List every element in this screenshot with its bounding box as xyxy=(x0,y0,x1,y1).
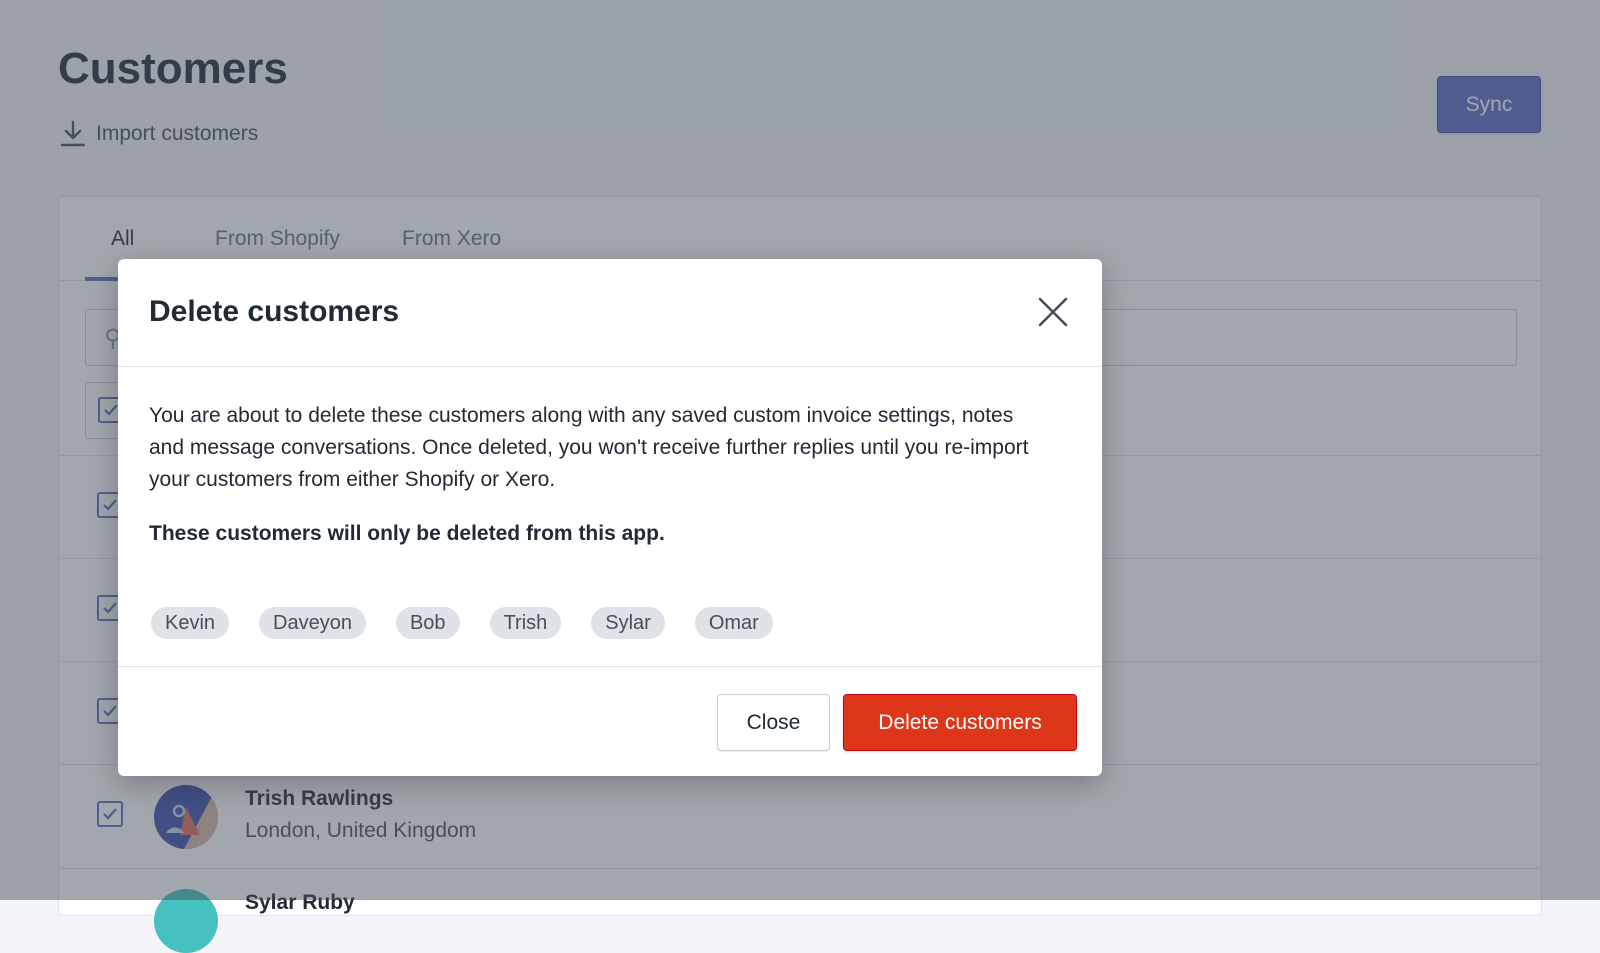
delete-customers-modal: Delete customers You are about to delete… xyxy=(118,259,1102,776)
modal-footer-divider xyxy=(118,666,1102,667)
customer-tag: Sylar xyxy=(591,607,665,639)
close-icon[interactable] xyxy=(1034,293,1072,331)
modal-header: Delete customers xyxy=(118,259,1102,367)
customer-tag: Trish xyxy=(489,607,562,639)
delete-customers-button[interactable]: Delete customers xyxy=(843,694,1077,751)
modal-title: Delete customers xyxy=(149,295,400,328)
customer-tag: Bob xyxy=(395,607,460,639)
customer-tag: Kevin xyxy=(151,607,230,639)
customer-tag-list: Kevin Daveyon Bob Trish Sylar Omar xyxy=(151,607,773,639)
customer-tag: Omar xyxy=(694,607,773,639)
customer-tag: Daveyon xyxy=(259,607,366,639)
modal-description: You are about to delete these customers … xyxy=(149,404,1029,491)
close-button[interactable]: Close xyxy=(717,694,830,751)
modal-warning: These customers will only be deleted fro… xyxy=(149,522,665,545)
customers-page: Customers Import customers Sync All From… xyxy=(0,0,1600,953)
